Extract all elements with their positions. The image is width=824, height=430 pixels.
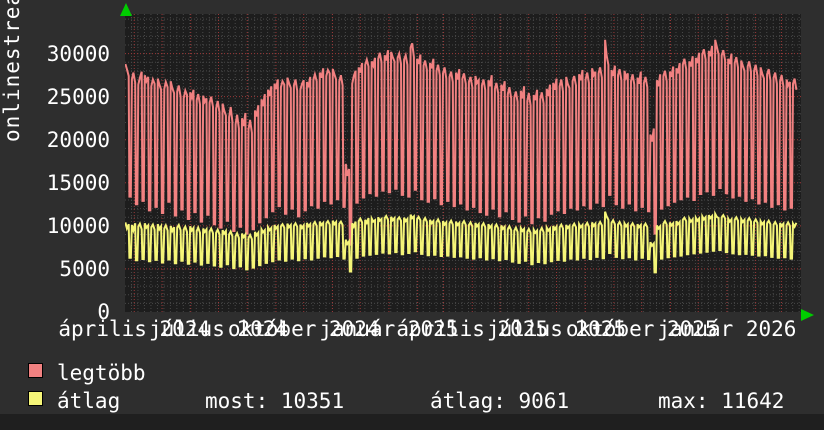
legend-label-legtobb: legtöbb [57,361,146,385]
bottom-strip [0,414,824,430]
stat-atlag-value: 9061 [518,389,570,413]
x-tick-label: január 2026 [657,317,797,341]
stat-most-value: 10351 [280,389,345,413]
stat-max-value: 11642 [721,389,785,413]
stat-max: max: 11642 [658,389,785,413]
legend-label-atlag: átlag [57,389,121,413]
legend-swatch-atlag [28,391,43,406]
legend-swatch-legtobb [28,363,43,378]
stat-atlag: átlag: 9061 [430,389,570,413]
stat-most: most: 10351 [205,389,345,413]
